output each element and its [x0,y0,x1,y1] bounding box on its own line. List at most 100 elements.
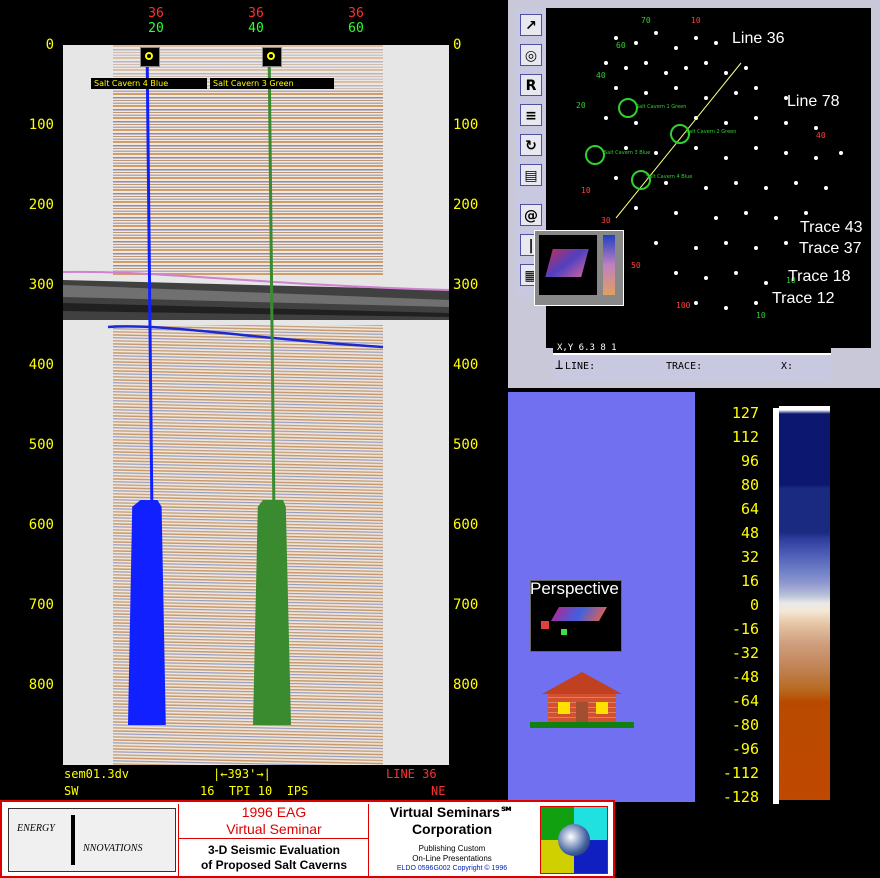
svg-text:30: 30 [601,216,611,225]
copyright-line: ELDO 0596G002 Copyright © 1996 [396,865,508,872]
trace37-label: Trace 37 [799,240,862,257]
colorbar-tick: -96 [731,740,759,758]
colorbar-tick: 0 [749,596,759,614]
basemap-canvas[interactable]: 70 60 40 20 10 10 30 50 100 40 10 10 Sal… [534,8,871,348]
svg-text:100: 100 [676,301,691,310]
colorbar-tick: -32 [731,644,759,662]
navigation-panel: Perspective [508,392,695,802]
file-name-label: sem01.3dv [64,767,130,781]
colorbar-tick: -48 [731,668,759,686]
colorbar-tick: -64 [731,692,759,710]
spiral-tool-icon[interactable]: @ [520,204,542,226]
depth-label-left: 500 [28,437,54,453]
status-x: X: [781,361,794,372]
colorbar-tick: -112 [722,764,759,782]
svg-text:Salt Cavern 1 Green: Salt Cavern 1 Green [636,104,686,110]
home-icon[interactable] [530,672,634,732]
seminar-title-box: 1996 EAG Virtual Seminar [178,804,369,838]
depth-label-left: 200 [28,197,54,213]
line36-label: Line 36 [732,30,785,47]
colorbar-tick: 16 [740,572,759,590]
depth-label-right: 300 [453,277,479,293]
top-line-label: 36 [348,6,364,21]
seminar-title1: 1996 EAG [241,804,307,820]
page-tool-icon[interactable]: ▤ [520,164,542,186]
svg-text:40: 40 [816,131,826,140]
depth-label-right: 200 [453,197,479,213]
cursor-icon: ⊥ [555,357,564,373]
depth-label-left: 400 [28,357,54,373]
blue-well-tag: Salt Cavern 4 Blue [91,78,207,89]
status-line: LINE: [565,361,596,372]
inset-colorbar [603,235,615,295]
depth-label-right: 400 [453,357,479,373]
colorbar-tick: 32 [740,548,759,566]
blue-well-head-icon[interactable] [140,47,160,67]
select-tool-icon[interactable]: ↗ [520,14,542,36]
topic-line1: 3-D Seismic Evaluation [207,843,341,857]
colorbar-tick: 80 [740,476,759,494]
perspective-thumbnail [550,607,608,621]
globe-icon [558,824,590,856]
perspective-inset[interactable] [534,230,624,306]
trace43-label: Trace 43 [800,219,863,236]
oil-derrick-icon [71,815,75,865]
trace18-label: Trace 18 [788,268,851,285]
inset-render [539,235,597,295]
top-line-label: 36 [148,6,164,21]
colorbar-tick: 48 [740,524,759,542]
svg-text:Salt Cavern 4 Blue: Salt Cavern 4 Blue [646,174,692,180]
line78-label: Line 78 [787,93,840,110]
colorbar-tick: 96 [740,452,759,470]
depth-label-left: 600 [28,517,54,533]
tpi-label: 16 TPI 10 IPS [200,784,309,798]
colorbar-tick: 64 [740,500,759,518]
depth-label-right: 500 [453,437,479,453]
corp-box: Virtual Seminars℠ Corporation Publishing… [368,804,535,876]
depth-label-left: 700 [28,597,54,613]
perspective-label: Perspective [530,579,619,598]
svg-text:Salt Cavern 3 Blue: Salt Cavern 3 Blue [604,150,650,156]
depth-label-right: 600 [453,517,479,533]
ne-direction-label: NE [431,784,446,798]
seismic-section-panel: 36 20 36 40 36 60 Salt Cavern 4 Blue Sal… [0,0,505,800]
colorbar-tick: -80 [731,716,759,734]
topic-box: 3-D Seismic Evaluation of Proposed Salt … [178,838,369,877]
globe-logo [540,806,608,874]
list-tool-icon[interactable]: ≡ [520,104,542,126]
logo-line1: ENERGY [17,823,55,834]
trace12-label: Trace 12 [772,290,835,307]
top-trace-label: 40 [248,21,264,36]
basemap-status-bar: ⊥ LINE: TRACE: X: [553,353,831,381]
colorbar-tick: -16 [731,620,759,638]
top-trace-label: 20 [148,21,164,36]
depth-label-right: 700 [453,597,479,613]
corp-line1: Virtual Seminars℠ [389,804,515,820]
scale-value: 393' [227,767,257,781]
xy-readout-text: X,Y 6.3 8 1 [557,343,617,353]
line-number-label: LINE 36 [386,767,437,781]
colorbar-tick: -128 [722,788,759,806]
pub-line2: On-Line Presentations [412,854,492,863]
green-well-head-icon[interactable] [262,47,282,67]
energy-innovations-logo: ENERGY NNOVATIONS [8,808,176,872]
colorbar-panel: 127 112 96 80 64 48 32 16 0 -16 -32 -48 … [695,392,880,806]
r-tool-button[interactable]: R [520,74,542,96]
top-trace-label: 60 [348,21,364,36]
svg-text:10: 10 [691,16,701,25]
top-line-label: 36 [248,6,264,21]
rotate-tool-icon[interactable]: ↻ [520,134,542,156]
svg-text:50: 50 [631,261,641,270]
footer-banner: ENERGY NNOVATIONS 1996 EAG Virtual Semin… [0,800,615,878]
depth-label-left: 300 [28,277,54,293]
corp-line2: Corporation [411,821,493,837]
sw-direction-label: SW [64,784,79,798]
status-trace: TRACE: [666,361,703,372]
seminar-title2: Virtual Seminar [226,821,322,837]
zoom-tool-icon[interactable]: ◎ [520,44,542,66]
pub-line1: Publishing Custom [418,844,486,853]
svg-text:60: 60 [616,41,626,50]
green-well-tag: Salt Cavern 3 Green [210,78,334,89]
depth-label-right: 800 [453,677,479,693]
seismic-plot-area [63,45,449,765]
